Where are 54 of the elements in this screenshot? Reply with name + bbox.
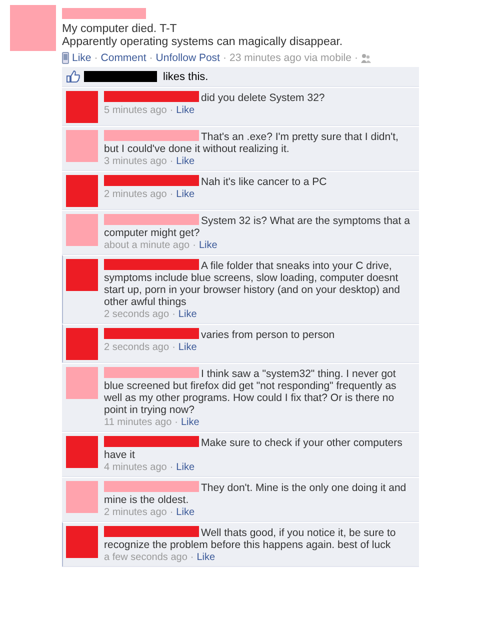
separator-dot: · [174, 417, 178, 429]
like-link[interactable]: Like [178, 309, 197, 321]
like-link[interactable]: Like [178, 342, 197, 354]
comment-time: 4 minutes ago [104, 462, 167, 474]
comment-time: about a minute ago [104, 240, 190, 252]
friends-icon [360, 54, 371, 62]
comment-time: a few seconds ago [104, 552, 188, 564]
like-link[interactable]: Like [176, 462, 195, 474]
separator-dot: · [172, 342, 176, 354]
comment-text: That's an .exe? I'm pretty sure that I didn't, but I could've done it without realizing it. [104, 130, 400, 155]
comment-text: A file folder that sneaks into your C drive, symptoms include blue screens, slow loading, computer doesnt start up, porn in your browser history (and on your desktop) and other awful things [104, 259, 401, 308]
action-link[interactable]: Unfollow Post [156, 52, 220, 64]
like-link[interactable]: Like [198, 240, 218, 252]
like-link[interactable]: Like [196, 552, 216, 564]
comment-text: Nah it's like cancer to a PC [104, 175, 415, 188]
separator-dot: · [170, 156, 174, 168]
comment-time: 2 seconds ago [104, 309, 170, 321]
comment-time: 5 minutes ago [104, 105, 167, 117]
comment-text: did you delete System 32? [104, 91, 415, 104]
comment-time: 2 minutes ago [104, 189, 167, 201]
post-text: My computer died. T-T [62, 23, 178, 36]
separator-dot: · [190, 552, 194, 564]
comment-text: System 32 is? What are the symptoms that a computer might get? [104, 214, 411, 239]
thumbs-up-icon [66, 70, 80, 83]
comment-text: Well thats good, if you notice it, be sure to recognize the problem before this happens again. best of luck [104, 526, 397, 551]
comment-time: 2 minutes ago [104, 507, 167, 519]
separator-dot: · [192, 240, 196, 252]
phone-icon [62, 52, 69, 64]
like-link[interactable]: Like [176, 189, 195, 201]
separator-dot: · [170, 189, 174, 201]
comment-text: varies from person to person [104, 328, 415, 341]
separator-dot: · [170, 105, 174, 117]
separator-dot: · [172, 309, 176, 321]
likes-text: likes this. [163, 70, 208, 82]
comment-text: They don't. Mine is the only one doing it and mine is the oldest. [104, 481, 408, 506]
like-link[interactable]: Like [176, 156, 195, 168]
action-link[interactable]: Comment [100, 52, 146, 64]
comment-text: Make sure to check if your other computers have it [104, 436, 404, 461]
like-link[interactable]: Like [176, 507, 195, 519]
like-link[interactable]: Like [176, 105, 195, 117]
separator-dot: · [149, 52, 153, 64]
comment-time: 2 seconds ago [104, 342, 170, 354]
action-link[interactable]: Like [72, 52, 92, 64]
post-text: Apparently operating systems can magically disappear. [62, 36, 344, 49]
comment-time: 11 minutes ago [104, 417, 172, 429]
separator-dot: · [170, 462, 174, 474]
comment-text: I think saw a "system32" thing. I never got blue screened but firefox did get "not responding" frequently as well as my other programs. How could I fix that? Or is there no point in trying now? [104, 367, 398, 416]
like-link[interactable]: Like [180, 417, 200, 429]
comment-time: 3 minutes ago [104, 156, 167, 168]
post-time: 23 minutes ago via mobile [229, 52, 352, 64]
separator-dot: · [354, 52, 358, 64]
separator-dot: · [94, 52, 98, 64]
separator-dot: · [170, 507, 174, 519]
separator-dot: · [222, 52, 226, 64]
